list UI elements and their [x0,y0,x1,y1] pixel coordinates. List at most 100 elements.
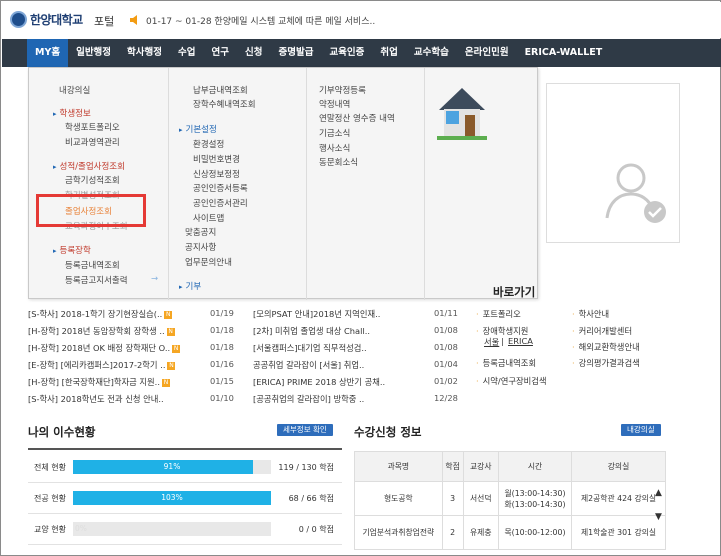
menu-tuition-history[interactable]: 등록금내역조회 [65,259,120,271]
nav-research[interactable]: 연구 [204,39,237,67]
progress-label: 전공 현황 [34,494,66,503]
list-item[interactable]: [ERICA] PRIME 2018 상반기 공채.. [253,376,385,388]
list-item[interactable]: [S-학사] 2018학년도 전과 신청 안내.. [28,393,164,405]
list-date: 01/18 [210,325,234,335]
menu-my-lecture[interactable]: 내강의실 [59,84,90,96]
menu-section-donation[interactable]: ▸ 기부 [179,280,201,292]
shortcut-exchange[interactable]: · 해외교환학생안내 [572,341,640,353]
menu-custom-notice[interactable]: 맞춤공지 [185,226,216,238]
university-logo[interactable]: 한양대학교 [10,11,83,28]
table-header-row: 과목명 학점 교강사 시간 강의실 [354,451,666,482]
notice-ticker[interactable]: 01-17 ~ 01-28 한양메일 시스템 교체에 따른 메일 서비스.. [146,14,375,27]
course-name: 형도공학 [354,481,443,516]
progress-value: 68 / 66 학점 [288,494,334,503]
menu-fund-news[interactable]: 기금소식 [319,127,350,139]
course-time: 목(10:00-12:00) [497,515,573,550]
menu-extracurricular[interactable]: 비교과영역관리 [65,136,120,148]
menu-section-student-info[interactable]: ▸ 학생정보 [53,107,91,119]
course-table: 과목명 학점 교강사 시간 강의실 형도공학 3 서선덕 월(13:00-14:… [354,451,666,550]
menu-payment-history[interactable]: 납부금내역조회 [193,84,248,96]
nav-teaching[interactable]: 교수학습 [406,39,457,67]
menu-section-tuition[interactable]: ▸ 등록장학 [53,244,91,256]
list-item[interactable]: 공공취업 갈라잡이 [서울] 취업.. [253,359,364,371]
list-item[interactable]: [공공취업의 갈라잡이] 방학중 .. [253,393,364,405]
my-lecture-button[interactable]: 내강의실 [621,424,661,436]
list-item[interactable]: [S-학사] 2018-1학기 장기현장실습(.. N [28,308,173,320]
nav-edu-cert[interactable]: 교육인증 [321,39,372,67]
nav-online-petition[interactable]: 온라인민원 [457,39,517,67]
shortcut-career-center[interactable]: · 커리어개발센터 [572,325,632,337]
nav-erica-wallet[interactable]: ERICA-WALLET [517,39,611,67]
menu-tuition-bill[interactable]: 등록금고지서출력 [65,274,128,286]
progress-bar: 91% [73,460,271,474]
list-date: 01/08 [434,325,458,335]
seal-icon [10,11,27,28]
menu-column-2: 납부금내역조회 장학수혜내역조회 ▸ 기본설정 환경설정 비밀번호변경 신상정보정… [169,68,307,300]
menu-password-change[interactable]: 비밀번호변경 [193,153,240,165]
list-item[interactable]: [H-장학] 2018년 동암장학회 장학생 .. N [28,325,175,337]
logo-text: 한양대학교 [30,13,83,27]
nav-general-admin[interactable]: 일반행정 [68,39,119,67]
course-time: 월(13:00-14:30) 화(13:00-14:30) [497,481,573,516]
speaker-icon [130,15,137,25]
table-row[interactable]: 형도공학 3 서선덕 월(13:00-14:30) 화(13:00-14:30) … [354,481,666,516]
submenu-arrow-icon: → [151,274,159,284]
menu-event-news[interactable]: 행사소식 [319,142,350,154]
detail-info-button[interactable]: 세부정보 확인 [277,424,333,436]
shortcut-seoul-link[interactable]: 서울 [484,336,499,348]
menu-donation-register[interactable]: 기부약정등록 [319,84,366,96]
progress-title: 나의 이수현황 [28,425,96,439]
nav-employment[interactable]: 취업 [372,39,405,67]
menu-env-settings[interactable]: 환경설정 [193,138,224,150]
portal-window: 한양대학교 포털 01-17 ~ 01-28 한양메일 시스템 교체에 따른 메… [0,0,721,556]
progress-percent: 91% [163,462,181,471]
col-professor: 교강사 [462,451,499,482]
course-credit: 3 [441,481,464,516]
menu-scholarship-history[interactable]: 장학수혜내역조회 [193,98,256,110]
new-badge-icon: N [166,327,175,336]
nav-certificate[interactable]: 증명발급 [270,39,321,67]
menu-announcements[interactable]: 공지사항 [185,241,216,253]
list-date: 01/16 [210,359,234,369]
list-item[interactable]: [모의PSAT 안내]2018년 지역인재.. [253,308,380,320]
shortcut-erica-link[interactable]: ERICA [508,336,533,346]
scroll-down-icon[interactable]: ▼ [655,512,662,522]
shortcut-lab-search[interactable]: · 시약/연구장비검색 [476,375,547,387]
progress-row-liberal: 교양 현황 0% 0 / 0 학점 [28,514,342,545]
col-course-name: 과목명 [354,451,443,482]
menu-tax-receipt[interactable]: 연말정산 영수증 내역 [319,112,395,124]
list-item[interactable]: [서울캠퍼스]대기업 직무적성검.. [253,342,367,354]
menu-student-portfolio[interactable]: 학생포트폴리오 [65,121,120,133]
menu-pledge-history[interactable]: 약정내역 [319,98,350,110]
menu-personal-info[interactable]: 신상정보정정 [193,168,240,180]
nav-academic-admin[interactable]: 학사행정 [119,39,170,67]
menu-cert-register[interactable]: 공인인증서등록 [193,182,248,194]
list-date: 01/02 [434,376,458,386]
menu-cert-manage[interactable]: 공인인증서관리 [193,197,248,209]
list-item[interactable]: [H-장학] [한국장학재단]학자금 지원.. N [28,376,170,388]
nav-application[interactable]: 신청 [237,39,270,67]
list-item[interactable]: [E-장학] [에리카캠퍼스]2017-2학기 .. N [28,359,176,371]
nav-class[interactable]: 수업 [170,39,203,67]
menu-column-1: 내강의실 ▸ 학생정보 학생포트폴리오 비교과영역관리 ▸ 성적/졸업사정조회 금학… [29,68,169,300]
list-item[interactable]: [H-장학] 2018년 OK 배정 장학재단 O.. N [28,342,181,354]
menu-sitemap[interactable]: 사이트맵 [193,212,224,224]
shortcut-academic-guide[interactable]: · 학사안내 [572,308,609,320]
progress-label: 교양 현황 [34,525,66,534]
col-credit: 학점 [441,451,464,482]
shortcut-lecture-eval[interactable]: · 강의평가결과검색 [572,357,640,369]
shortcut-tuition[interactable]: · 등록금내역조회 [476,357,536,369]
list-date: 01/04 [434,359,458,369]
list-item[interactable]: [2차] 미취업 졸업생 대상 Chall.. [253,325,370,337]
menu-alumni-news[interactable]: 동문회소식 [319,156,358,168]
table-row[interactable]: 기업분석과취창업전략 2 유제충 목(10:00-12:00) 제1학술관 30… [354,515,666,550]
shortcut-portfolio[interactable]: · 포트폴리오 [476,308,521,320]
list-date: 01/15 [210,376,234,386]
menu-inquiry[interactable]: 업무문의안내 [185,256,232,268]
menu-section-grades[interactable]: ▸ 성적/졸업사정조회 [53,160,125,172]
scroll-up-icon[interactable]: ▲ [655,488,662,498]
course-scroll[interactable]: ▲ ▼ [655,488,662,522]
nav-my-home[interactable]: MY홈 [27,39,69,67]
menu-current-grades[interactable]: 금학기성적조회 [65,174,120,186]
menu-section-settings[interactable]: ▸ 기본설정 [179,123,217,135]
